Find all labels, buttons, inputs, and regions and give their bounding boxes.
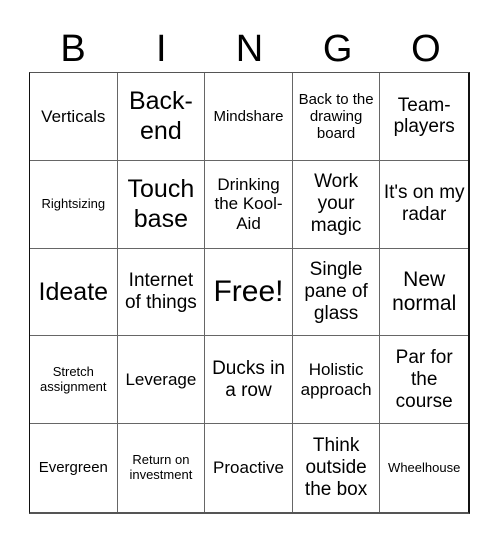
bingo-cell[interactable]: Mindshare: [205, 73, 293, 161]
bingo-card-grid: Verticals Back-end Mindshare Back to the…: [29, 72, 470, 514]
bingo-cell[interactable]: Touch base: [117, 160, 206, 249]
bingo-cell[interactable]: Work your magic: [292, 160, 381, 249]
header-letter-g: G: [322, 28, 353, 70]
bingo-cell[interactable]: Evergreen: [30, 424, 118, 512]
bingo-cell[interactable]: Rightsizing: [30, 160, 118, 249]
bingo-cell[interactable]: Think outside the box: [293, 424, 381, 512]
bingo-cell[interactable]: Team-players: [380, 73, 468, 161]
bingo-cell[interactable]: Leverage: [117, 336, 206, 425]
header-letter-o: O: [411, 28, 441, 70]
header-letter-i: I: [156, 28, 167, 70]
bingo-cell[interactable]: Internet of things: [117, 248, 206, 337]
bingo-cell[interactable]: Ducks in a row: [205, 336, 293, 425]
bingo-cell[interactable]: Par for the course: [380, 336, 468, 425]
bingo-cell[interactable]: It's on my radar: [380, 161, 468, 249]
bingo-cell[interactable]: Single pane of glass: [292, 248, 381, 337]
bingo-cell[interactable]: Verticals: [30, 73, 118, 161]
bingo-cell[interactable]: Wheelhouse: [380, 424, 468, 512]
bingo-cell[interactable]: Stretch assignment: [30, 336, 118, 425]
bingo-cell[interactable]: Back to the drawing board: [292, 73, 381, 161]
bingo-cell[interactable]: Holistic approach: [292, 336, 381, 425]
bingo-cell[interactable]: Proactive: [205, 424, 293, 512]
bingo-cell[interactable]: Back-end: [117, 73, 206, 161]
bingo-cell[interactable]: New normal: [380, 249, 468, 337]
bingo-header: B I N G O: [29, 26, 470, 72]
free-space-cell[interactable]: Free!: [205, 248, 293, 337]
bingo-cell[interactable]: Return on investment: [118, 424, 206, 512]
bingo-cell[interactable]: Drinking the Kool-Aid: [205, 160, 293, 249]
header-letter-n: N: [235, 28, 264, 70]
bingo-cell[interactable]: Ideate: [30, 248, 118, 337]
header-letter-b: B: [60, 28, 86, 70]
